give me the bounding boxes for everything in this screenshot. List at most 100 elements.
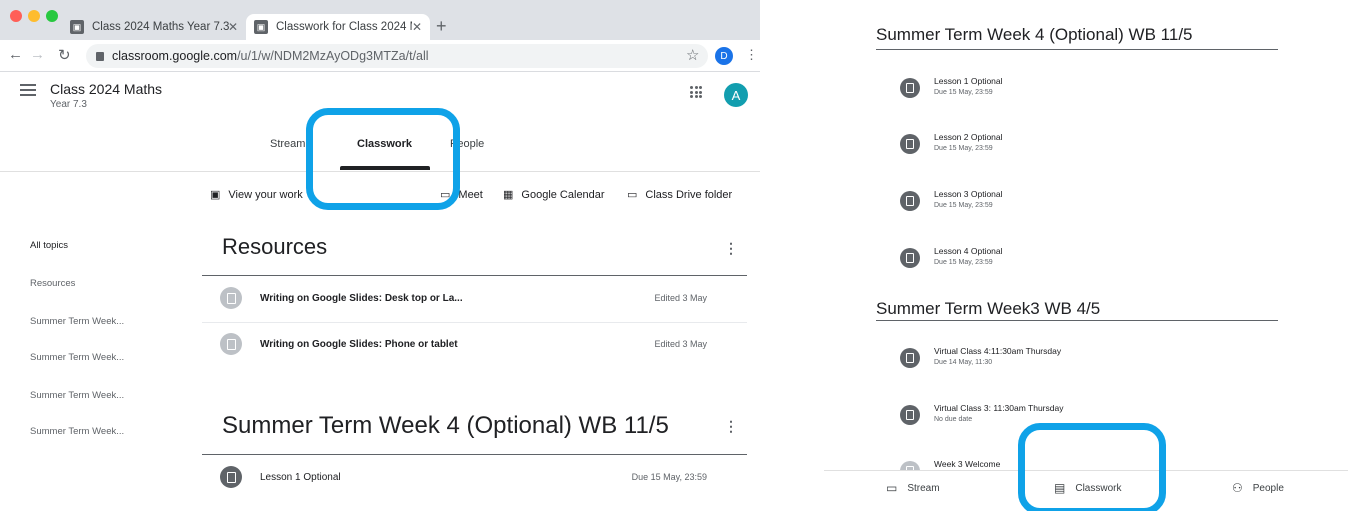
item-due: Due 15 May, 23:59 xyxy=(934,145,993,152)
section-divider xyxy=(876,49,1278,50)
list-item[interactable]: Virtual Class 4:11:30am Thursday Due 14 … xyxy=(876,344,1276,384)
minimize-window-button[interactable] xyxy=(28,10,40,22)
item-title: Virtual Class 3: 11:30am Thursday xyxy=(934,403,1064,413)
url-domain: classroom.google.com xyxy=(112,49,238,63)
assignment-icon xyxy=(220,466,242,488)
browser-tab-bar: ▣ Class 2024 Maths Year 7.3 ✕ ▣ Classwor… xyxy=(0,0,760,40)
address-bar-row: ← → ↻ classroom.google.com /u/1/w/NDM2Mz… xyxy=(0,40,760,72)
item-meta: Edited 3 May xyxy=(654,293,707,303)
list-item[interactable]: Writing on Google Slides: Desk top or La… xyxy=(202,277,747,323)
section-divider xyxy=(202,454,747,455)
browser-menu-icon[interactable]: ⋮ xyxy=(745,47,758,63)
item-title: Lesson 1 Optional xyxy=(934,76,1003,86)
close-window-button[interactable] xyxy=(10,10,22,22)
google-calendar-button[interactable]: ▦ Google Calendar xyxy=(503,188,605,202)
item-title: Writing on Google Slides: Desk top or La… xyxy=(260,293,463,304)
tab-label: Classwork for Class 2024 Math xyxy=(276,21,412,33)
class-name[interactable]: Class 2024 Maths xyxy=(50,81,162,97)
nav-stream[interactable]: ▭ Stream xyxy=(886,481,940,495)
item-due: Due 15 May, 23:59 xyxy=(934,89,993,96)
item-meta: Due 15 May, 23:59 xyxy=(631,472,707,482)
section-more-icon[interactable]: ⋮ xyxy=(724,240,738,257)
assignment-icon xyxy=(900,78,920,98)
sidebar-item-all-topics[interactable]: All topics xyxy=(30,240,68,251)
tab-label: Class 2024 Maths Year 7.3 xyxy=(92,21,230,33)
item-title: Week 3 Welcome xyxy=(934,459,1001,469)
classroom-favicon-icon: ▣ xyxy=(70,20,84,34)
item-title: Lesson 4 Optional xyxy=(934,246,1003,256)
sidebar-item-topic[interactable]: Summer Term Week... xyxy=(30,426,124,437)
list-item[interactable]: Lesson 1 Optional Due 15 May, 23:59 xyxy=(876,74,1276,114)
list-item[interactable]: Writing on Google Slides: Phone or table… xyxy=(202,323,747,369)
classwork-highlight-annotation xyxy=(1018,423,1166,511)
calendar-label: Google Calendar xyxy=(521,188,605,201)
apps-grid-icon[interactable] xyxy=(690,86,702,98)
url-path: /u/1/w/NDM2MzAyODg3MTZa/t/all xyxy=(237,49,429,63)
sidebar-item-resources[interactable]: Resources xyxy=(30,278,75,289)
section-title-week4: Summer Term Week 4 (Optional) WB 11/5 xyxy=(876,25,1193,44)
browser-tab-classwork[interactable]: ▣ Classwork for Class 2024 Math ✕ xyxy=(246,14,430,40)
item-due: Due 14 May, 11:30 xyxy=(934,359,993,366)
list-item[interactable]: Lesson 2 Optional Due 15 May, 23:59 xyxy=(876,130,1276,170)
list-item[interactable]: Lesson 1 Optional Due 15 May, 23:59 xyxy=(202,456,747,502)
sidebar-item-topic[interactable]: Summer Term Week... xyxy=(30,352,124,363)
assignment-icon xyxy=(900,348,920,368)
lock-icon xyxy=(96,51,104,61)
section-divider xyxy=(876,320,1278,321)
assignment-icon xyxy=(900,405,920,425)
assignment-icon xyxy=(900,134,920,154)
item-title: Virtual Class 4:11:30am Thursday xyxy=(934,346,1062,356)
assignment-icon xyxy=(900,248,920,268)
list-item[interactable]: Lesson 3 Optional Due 15 May, 23:59 xyxy=(876,187,1276,227)
sidebar-item-topic[interactable]: Summer Term Week... xyxy=(30,316,124,327)
section-title-resources: Resources xyxy=(222,234,328,259)
stream-icon: ▭ xyxy=(886,481,898,495)
item-title: Lesson 1 Optional xyxy=(260,472,341,483)
browser-tab-class[interactable]: ▣ Class 2024 Maths Year 7.3 ✕ xyxy=(62,14,246,40)
sidebar-item-topic[interactable]: Summer Term Week... xyxy=(30,390,124,401)
nav-stream-label: Stream xyxy=(907,482,940,494)
tab-stream[interactable]: Stream xyxy=(270,138,305,150)
nav-people[interactable]: ⚇ People xyxy=(1232,481,1284,495)
section-title-week3: Summer Term Week3 WB 4/5 xyxy=(876,299,1101,318)
folder-icon: ▭ xyxy=(627,189,638,201)
list-item[interactable]: Lesson 4 Optional Due 15 May, 23:59 xyxy=(876,244,1276,284)
close-tab-icon[interactable]: ✕ xyxy=(228,20,238,34)
mobile-classroom-view: Summer Term Week 4 (Optional) WB 11/5 Le… xyxy=(824,0,1348,511)
classwork-highlight-annotation xyxy=(306,108,460,210)
classroom-favicon-icon: ▣ xyxy=(254,20,268,34)
view-your-work-button[interactable]: ▣ View your work xyxy=(210,188,303,202)
drive-label: Class Drive folder xyxy=(645,188,733,201)
item-title: Writing on Google Slides: Phone or table… xyxy=(260,339,458,350)
assignment-icon xyxy=(900,191,920,211)
back-arrow-icon[interactable]: ← xyxy=(8,46,23,63)
reload-icon[interactable]: ↻ xyxy=(58,46,71,64)
new-tab-icon[interactable]: + xyxy=(436,16,447,37)
user-avatar[interactable]: A xyxy=(724,83,748,107)
item-due: Due 15 May, 23:59 xyxy=(934,259,993,266)
item-title: Lesson 3 Optional xyxy=(934,189,1003,199)
url-input[interactable]: classroom.google.com /u/1/w/NDM2MzAyODg3… xyxy=(86,44,708,68)
section-divider xyxy=(202,275,747,276)
calendar-icon: ▦ xyxy=(503,189,514,201)
close-tab-icon[interactable]: ✕ xyxy=(412,20,422,34)
bookmark-star-icon[interactable]: ☆ xyxy=(686,46,699,64)
material-icon xyxy=(220,287,242,309)
people-icon: ⚇ xyxy=(1232,481,1243,495)
item-title: Lesson 2 Optional xyxy=(934,132,1003,142)
maximize-window-button[interactable] xyxy=(46,10,58,22)
assignment-ind-icon: ▣ xyxy=(210,189,221,201)
browser-profile-avatar[interactable]: D xyxy=(715,47,733,65)
class-drive-folder-button[interactable]: ▭ Class Drive folder xyxy=(627,188,733,202)
class-section: Year 7.3 xyxy=(50,99,87,110)
hamburger-menu-icon[interactable] xyxy=(20,84,36,99)
meet-label: Meet xyxy=(458,188,483,201)
nav-people-label: People xyxy=(1252,482,1284,494)
desktop-browser-window: ▣ Class 2024 Maths Year 7.3 ✕ ▣ Classwor… xyxy=(0,0,760,511)
forward-arrow-icon[interactable]: → xyxy=(30,46,45,63)
item-meta: Edited 3 May xyxy=(654,339,707,349)
section-more-icon[interactable]: ⋮ xyxy=(724,418,738,435)
item-due: No due date xyxy=(934,416,973,423)
section-title-week4: Summer Term Week 4 (Optional) WB 11/5 xyxy=(222,412,669,439)
view-your-work-label: View your work xyxy=(228,188,303,201)
